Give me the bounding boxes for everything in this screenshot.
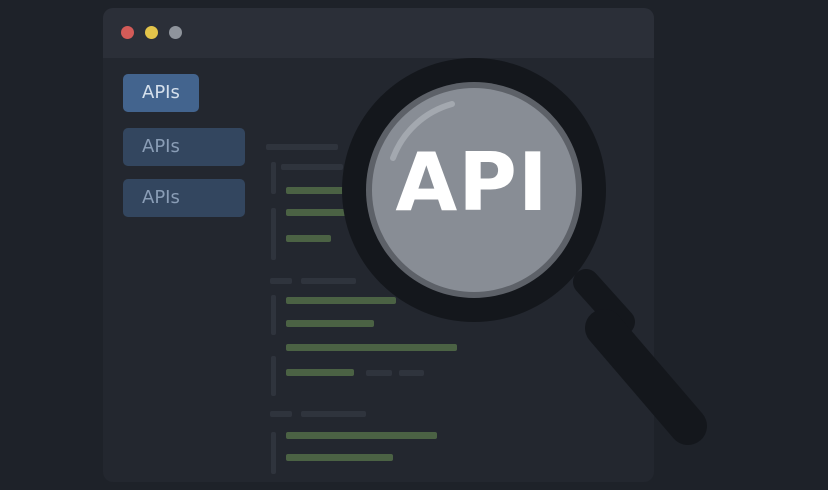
sidebar-item-apis-3[interactable]: APIs: [123, 179, 245, 217]
sidebar-item-apis-1[interactable]: APIs: [123, 74, 199, 112]
code-line: [286, 432, 437, 439]
code-line: [281, 164, 343, 170]
code-line: [366, 370, 392, 376]
code-line: [286, 209, 356, 216]
minimize-window-control[interactable]: [145, 26, 158, 39]
code-gutter: [271, 208, 276, 260]
code-line: [286, 344, 457, 351]
code-line: [286, 297, 396, 304]
code-line: [399, 370, 424, 376]
code-line: [301, 411, 366, 417]
code-gutter: [271, 295, 276, 335]
code-line: [266, 144, 338, 150]
app-window: APIs APIs APIs: [103, 8, 654, 482]
code-line: [301, 278, 356, 284]
code-line: [270, 278, 292, 284]
code-line: [286, 187, 366, 194]
code-line: [286, 369, 354, 376]
code-gutter: [271, 162, 276, 194]
code-line: [286, 454, 393, 461]
code-line: [270, 411, 292, 417]
maximize-window-control[interactable]: [169, 26, 182, 39]
lens-api-text: API: [395, 136, 549, 229]
code-gutter: [271, 356, 276, 396]
code-line: [286, 235, 331, 242]
window-titlebar: [103, 8, 654, 58]
close-window-control[interactable]: [121, 26, 134, 39]
code-gutter: [271, 432, 276, 474]
code-line: [286, 320, 374, 327]
sidebar-item-apis-2[interactable]: APIs: [123, 128, 245, 166]
